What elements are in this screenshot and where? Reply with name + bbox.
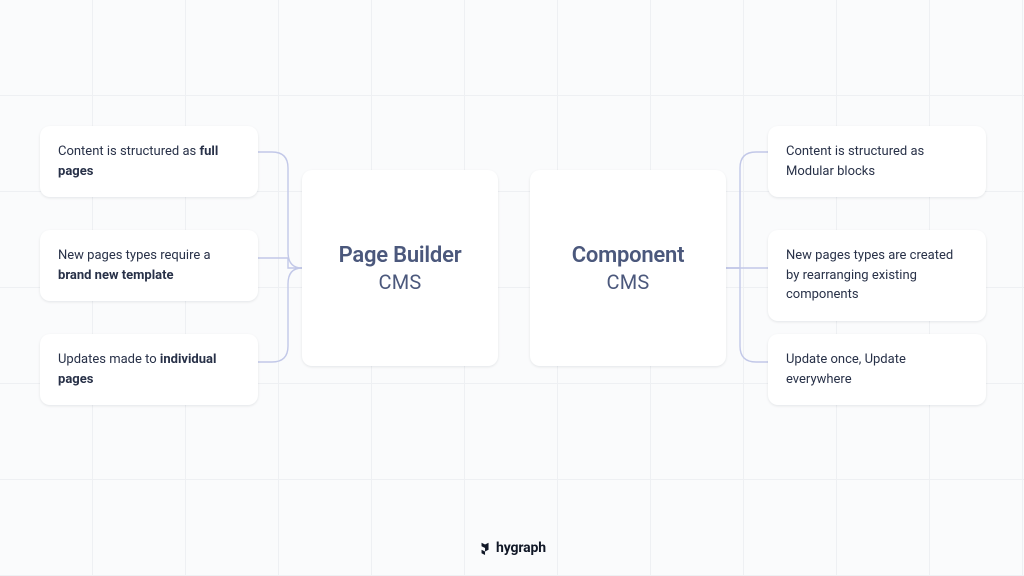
brand-text: hygraph <box>496 540 546 556</box>
feature-text: New pages types require a brand new temp… <box>58 248 211 283</box>
hygraph-icon <box>478 541 492 555</box>
feature-text: Update once, Update everywhere <box>786 352 906 387</box>
component-feature-1: Content is structured as Modular blocks <box>768 126 986 197</box>
feature-text: Content is structured as Modular blocks <box>786 144 924 179</box>
card-subtitle: CMS <box>379 270 422 294</box>
feature-text: Content is structured as full pages <box>58 144 218 179</box>
page-builder-feature-3: Updates made to individual pages <box>40 334 258 405</box>
card-subtitle: CMS <box>607 270 650 294</box>
component-feature-3: Update once, Update everywhere <box>768 334 986 405</box>
page-builder-feature-1: Content is structured as full pages <box>40 126 258 197</box>
component-feature-2: New pages types are created by rearrangi… <box>768 230 986 321</box>
page-builder-cms-card: Page Builder CMS <box>302 170 498 366</box>
card-title: Page Builder <box>339 243 462 268</box>
brand-logo: hygraph <box>478 540 546 556</box>
feature-text: New pages types are created by rearrangi… <box>786 248 953 302</box>
component-cms-card: Component CMS <box>530 170 726 366</box>
cms-comparison-diagram: Content is structured as full pages New … <box>0 0 1024 576</box>
card-title: Component <box>572 243 685 268</box>
feature-text: Updates made to individual pages <box>58 352 216 387</box>
page-builder-feature-2: New pages types require a brand new temp… <box>40 230 258 301</box>
